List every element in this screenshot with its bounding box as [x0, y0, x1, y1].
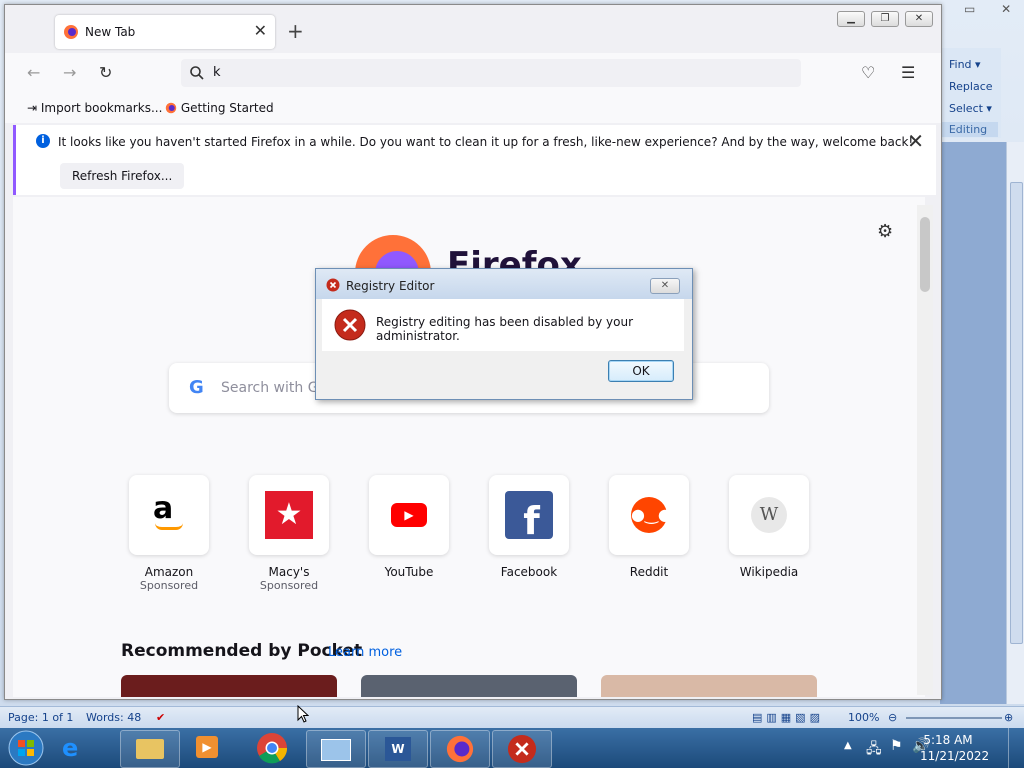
word-document-area	[940, 142, 1006, 704]
refresh-firefox-button[interactable]: Refresh Firefox...	[60, 163, 185, 189]
tab-title: New Tab	[85, 25, 136, 39]
control-panel-icon[interactable]	[306, 730, 366, 768]
shortcut-macys[interactable]: ★ Macy's Sponsored	[249, 475, 329, 592]
zoom-in-icon[interactable]: ⊕	[1004, 711, 1013, 724]
dialog-titlebar: Registry Editor ✕	[316, 269, 692, 299]
firefox-icon	[165, 102, 177, 114]
pocket-card-image[interactable]	[121, 675, 337, 697]
flag-icon[interactable]: ⚑	[890, 738, 903, 754]
search-icon	[190, 66, 204, 80]
taskbar: e ▶ W ▲ 🖧 ⚑ 🔊 5:18 AM 11/21/2022	[0, 728, 1024, 768]
youtube-icon: ▶	[391, 503, 427, 527]
pocket-heading: Recommended by Pocket	[121, 641, 363, 661]
word-window-controls[interactable]: ▭ ✕	[958, 2, 1022, 20]
learn-more-link[interactable]: Learn more	[328, 645, 402, 660]
facebook-icon: f	[505, 491, 553, 539]
pocket-card-image[interactable]	[361, 675, 577, 697]
file-explorer-icon[interactable]	[120, 730, 180, 768]
proofing-icon[interactable]: ✔	[156, 711, 165, 724]
pocket-icon[interactable]: ♡	[861, 63, 875, 82]
zoom-slider[interactable]	[906, 717, 1002, 719]
word-vertical-scrollbar[interactable]	[1006, 142, 1024, 704]
clock-time: 5:18 AM	[923, 733, 973, 747]
reload-icon[interactable]: ↻	[99, 63, 112, 82]
close-notification-icon[interactable]: ✕	[907, 129, 924, 153]
clock-date: 11/21/2022	[920, 749, 990, 763]
mouse-cursor-icon	[297, 705, 309, 723]
shortcut-amazon[interactable]: a Amazon Sponsored	[129, 475, 209, 592]
getting-started-link[interactable]: Getting Started	[165, 101, 274, 115]
gear-icon[interactable]: ⚙	[877, 221, 893, 242]
show-hidden-icons-icon[interactable]: ▲	[844, 740, 852, 751]
dialog-body: Registry editing has been disabled by yo…	[322, 299, 684, 351]
minimize-button[interactable]: ▁	[837, 11, 865, 27]
close-tab-icon[interactable]: ✕	[254, 21, 267, 40]
forward-arrow-icon[interactable]: →	[63, 63, 76, 82]
network-icon[interactable]: 🖧	[866, 738, 882, 762]
firefox-icon	[64, 25, 78, 39]
url-input[interactable]: k	[213, 65, 221, 80]
shortcut-facebook[interactable]: f Facebook	[489, 475, 569, 579]
wikipedia-icon: W	[751, 497, 787, 533]
word-status-bar: Page: 1 of 1 Words: 48 ✔ ▤▥▦▧▨ 100% ⊖ ⊕	[0, 706, 1024, 729]
ok-button[interactable]: OK	[608, 360, 674, 382]
pocket-card-image[interactable]	[601, 675, 817, 697]
firefox-icon[interactable]	[430, 730, 490, 768]
internet-explorer-icon[interactable]: e	[62, 734, 78, 762]
page-count[interactable]: Page: 1 of 1	[8, 711, 73, 724]
dialog-close-button[interactable]: ✕	[650, 278, 680, 294]
shortcut-wikipedia[interactable]: W Wikipedia	[729, 475, 809, 579]
registry-editor-dialog: Registry Editor ✕ Registry editing has b…	[315, 268, 693, 400]
tab-new-tab[interactable]: New Tab ✕	[55, 15, 275, 49]
search-placeholder: Search with Go	[221, 380, 328, 396]
select-button[interactable]: Select ▾	[949, 102, 992, 115]
dialog-title: Registry Editor	[346, 279, 435, 293]
notification-message: It looks like you haven't started Firefo…	[58, 135, 914, 149]
shortcut-youtube[interactable]: ▶ YouTube	[369, 475, 449, 579]
dialog-message: Registry editing has been disabled by yo…	[376, 315, 634, 343]
zoom-level[interactable]: 100%	[848, 711, 879, 724]
bookmarks-toolbar: ⇥ Import bookmarks... Getting Started	[5, 95, 941, 123]
find-button[interactable]: Find ▾	[949, 58, 981, 71]
editing-group-label: Editing	[938, 122, 998, 137]
replace-button[interactable]: Replace	[949, 80, 993, 93]
word-close-icon[interactable]: ✕	[1001, 2, 1011, 16]
reddit-icon: ●‿●	[631, 497, 672, 533]
chrome-icon[interactable]	[256, 732, 288, 764]
refresh-notification-bar: i It looks like you haven't started Fire…	[13, 125, 936, 195]
menu-icon[interactable]: ☰	[901, 63, 915, 82]
error-icon	[334, 309, 366, 341]
error-icon[interactable]	[492, 730, 552, 768]
restore-button[interactable]: ❐	[871, 11, 899, 27]
start-button-icon[interactable]	[6, 730, 46, 766]
info-icon: i	[36, 134, 50, 148]
new-tab-button[interactable]: +	[287, 19, 304, 43]
tab-bar: New Tab ✕ + ▁ ❐ ✕	[5, 5, 941, 53]
media-player-icon[interactable]: ▶	[196, 736, 218, 758]
view-buttons-icon[interactable]: ▤▥▦▧▨	[752, 711, 824, 724]
shortcut-reddit[interactable]: ●‿● Reddit	[609, 475, 689, 579]
show-desktop-button[interactable]	[1008, 728, 1024, 768]
back-arrow-icon[interactable]: ←	[27, 63, 40, 82]
amazon-icon: a	[153, 491, 174, 526]
url-bar[interactable]: k	[181, 59, 801, 87]
google-icon: G	[189, 377, 204, 398]
close-window-button[interactable]: ✕	[905, 11, 933, 27]
macys-star-icon: ★	[265, 491, 313, 539]
import-bookmarks-link[interactable]: ⇥ Import bookmarks...	[27, 101, 162, 115]
error-icon	[326, 278, 340, 292]
word-icon[interactable]: W	[368, 730, 428, 768]
word-minimize-icon[interactable]: ▭	[964, 2, 975, 16]
system-clock[interactable]: 5:18 AM 11/21/2022	[920, 732, 990, 764]
word-count[interactable]: Words: 48	[86, 711, 141, 724]
page-scrollbar[interactable]	[917, 205, 933, 695]
zoom-out-icon[interactable]: ⊖	[888, 711, 897, 724]
